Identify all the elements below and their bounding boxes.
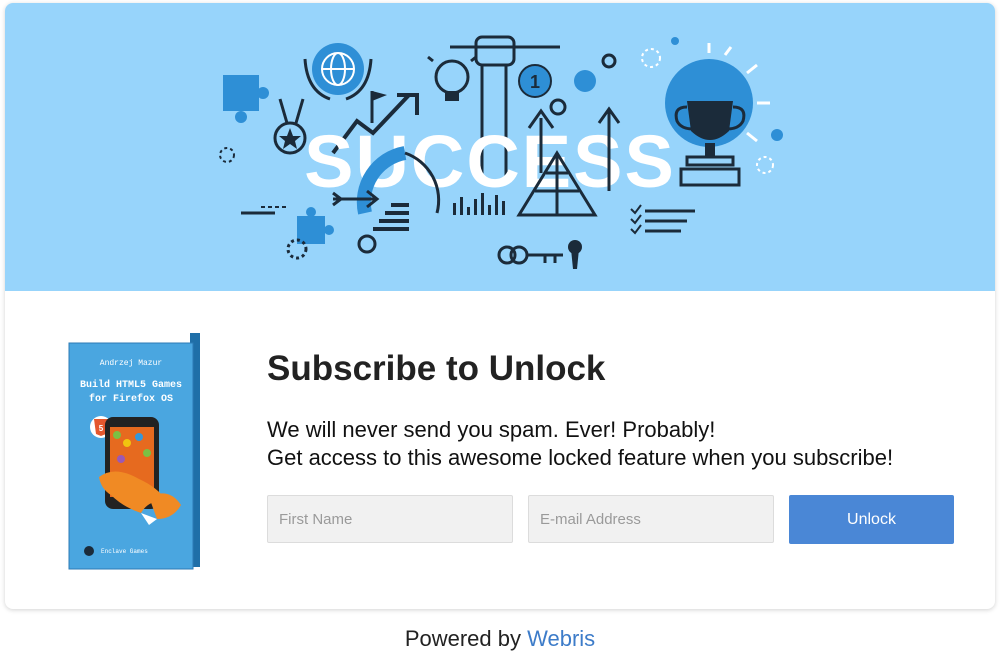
ebook-cover: Andrzej Mazur Build HTML5 Games for Fire… (68, 333, 200, 570)
optin-description: We will never send you spam. Ever! Proba… (267, 416, 893, 472)
optin-content: Andrzej Mazur Build HTML5 Games for Fire… (5, 291, 995, 609)
publisher-logo-icon (84, 546, 94, 556)
medal-icon (273, 98, 307, 155)
unlock-button[interactable]: Unlock (789, 495, 954, 544)
powered-by-footer: Powered by Webris (0, 626, 1000, 652)
powered-by-text: Powered by (404, 626, 521, 651)
book-title-line2: for Firefox OS (89, 393, 173, 405)
optin-line-2: Get access to this awesome locked featur… (267, 445, 894, 470)
puzzle-piece-bottom (297, 207, 334, 244)
book-author: Andrzej Mazur (100, 359, 163, 368)
lightbulb-icon (427, 55, 477, 101)
keyhole-icon (568, 240, 582, 269)
globe-laurel-icon (303, 43, 373, 101)
email-input[interactable] (528, 495, 774, 543)
optin-line-1: We will never send you spam. Ever! Proba… (267, 417, 716, 442)
puzzle-icon (223, 75, 269, 123)
banner-illustration: 1 SUCCESS (219, 35, 783, 269)
book-title-line1: Build HTML5 Games (80, 379, 182, 391)
key-icon (497, 245, 563, 265)
html5-badge-text: 5 (99, 424, 104, 433)
checklist-icon (630, 204, 695, 235)
success-banner: 1 SUCCESS (5, 3, 995, 291)
optin-card: 1 SUCCESS Andrzej Mazur Build HTML5 Game… (5, 3, 995, 609)
scale-number: 1 (530, 72, 540, 92)
webris-link[interactable]: Webris (527, 626, 595, 651)
optin-heading: Subscribe to Unlock (267, 349, 606, 388)
book-publisher: Enclave Games (101, 548, 148, 555)
first-name-input[interactable] (267, 495, 513, 543)
